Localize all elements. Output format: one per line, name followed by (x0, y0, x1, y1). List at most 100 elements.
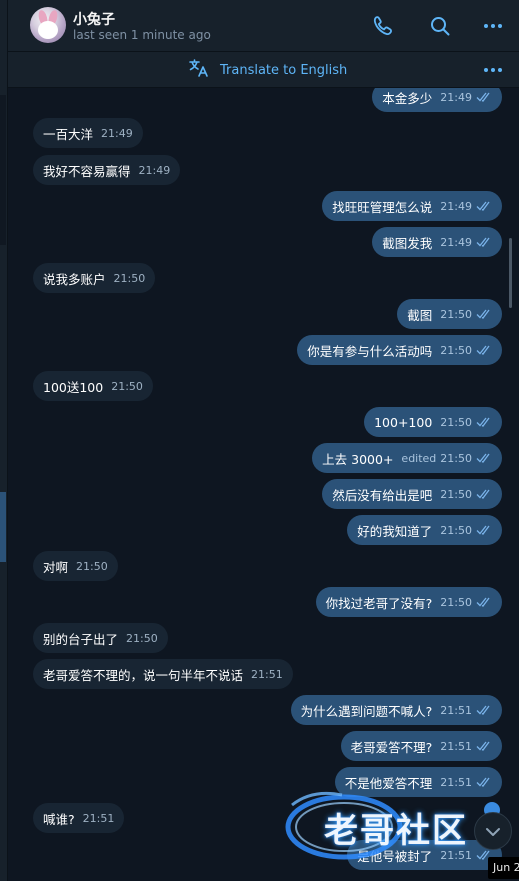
read-checkmarks-icon (476, 237, 490, 247)
message-text: 好的我知道了 (357, 523, 433, 539)
chat-list-edge (0, 0, 8, 881)
message-time: 21:49 (440, 90, 472, 104)
scrollbar[interactable] (509, 238, 512, 308)
message-text: 不是他爱答不理 (344, 775, 433, 791)
message-outgoing[interactable]: 你是有参与什么活动吗 21:50 (297, 335, 502, 365)
message-text: 对啊 (43, 559, 69, 575)
message-text: 截图发我 (382, 235, 433, 251)
message-text: 100+100 (374, 414, 433, 430)
message-outgoing[interactable]: 截图 21:50 (397, 299, 502, 329)
more-icon[interactable] (481, 14, 505, 38)
message-time: 21:50 (440, 343, 472, 357)
message-list[interactable]: 本金多少 21:49 一百大洋 21:49 我好不容易赢得 21:49 找旺旺管… (8, 88, 512, 881)
message-time: 21:49 (440, 235, 472, 249)
read-checkmarks-icon (476, 345, 490, 355)
scroll-to-bottom-button[interactable] (474, 812, 512, 850)
message-outgoing[interactable]: 找旺旺管理怎么说 21:49 (322, 191, 502, 221)
search-icon[interactable] (428, 14, 452, 38)
message-incoming[interactable]: 100送100 21:50 (33, 371, 153, 401)
message-time: 21:51 (440, 775, 472, 789)
message-time: 21:50 (111, 379, 143, 393)
message-incoming[interactable]: 老哥爱答不理的，说一句半年不说话 21:51 (33, 659, 293, 689)
message-time: 21:51 (440, 739, 472, 753)
message-incoming[interactable]: 对啊 21:50 (33, 551, 118, 581)
translate-icon (188, 58, 210, 82)
read-checkmarks-icon (476, 489, 490, 499)
list-segment (0, 95, 6, 245)
translate-bar: Translate to English (8, 52, 519, 88)
message-outgoing[interactable]: 不是他爱答不理 21:51 (334, 767, 502, 797)
message-text: 你找过老哥了没有? (325, 595, 433, 611)
message-time: 21:49 (440, 199, 472, 213)
message-outgoing[interactable]: 截图发我 21:49 (372, 227, 502, 257)
read-checkmarks-icon (476, 525, 490, 535)
message-time: 21:51 (82, 811, 115, 825)
message-text: 上去 3000+ (322, 451, 394, 467)
message-time: 21:50 (440, 415, 472, 429)
phone-icon[interactable] (371, 14, 395, 38)
avatar-face (38, 21, 58, 39)
read-checkmarks-icon (476, 741, 490, 751)
read-checkmarks-icon (476, 597, 490, 607)
message-outgoing[interactable]: 好的我知道了 21:50 (347, 515, 502, 545)
translate-button[interactable]: Translate to English (188, 59, 347, 81)
read-checkmarks-icon (476, 705, 490, 715)
chat-header: 小兔子 last seen 1 minute ago (8, 0, 519, 52)
message-text: 截图 (407, 307, 433, 323)
message-outgoing[interactable]: 上去 3000+ edited 21:50 (312, 443, 502, 473)
date-tooltip: Jun 2 (488, 857, 519, 879)
message-incoming[interactable]: 喊谁? 21:51 (33, 803, 125, 833)
message-time: 21:49 (101, 126, 133, 140)
message-text: 老哥爱答不理? (350, 739, 433, 755)
edited-label: edited (401, 451, 437, 465)
message-time: 21:50 (113, 271, 146, 285)
message-text: 100送100 (43, 379, 104, 395)
message-outgoing[interactable]: 本金多少 21:49 (372, 88, 502, 112)
message-incoming[interactable]: 一百大洋 21:49 (33, 118, 143, 148)
message-outgoing[interactable]: 然后没有给出是吧 21:50 (322, 479, 502, 509)
message-time: 21:51 (440, 703, 472, 717)
message-outgoing[interactable]: 老哥爱答不理? 21:51 (340, 731, 502, 761)
message-time: 21:50 (440, 487, 472, 501)
message-text: 找旺旺管理怎么说 (332, 199, 433, 215)
message-time: 21:51 (251, 667, 283, 681)
chevron-down-icon (485, 822, 501, 841)
last-seen-status: last seen 1 minute ago (73, 28, 211, 42)
message-incoming[interactable]: 别的台子出了 21:50 (33, 623, 168, 653)
message-time: 21:49 (138, 163, 171, 177)
message-text: 别的台子出了 (43, 631, 119, 647)
contact-name[interactable]: 小兔子 (73, 9, 115, 29)
message-text: 然后没有给出是吧 (332, 487, 433, 503)
read-checkmarks-icon (476, 777, 490, 787)
message-text: 我好不容易赢得 (43, 163, 131, 179)
read-checkmarks-icon (476, 201, 490, 211)
message-time: 21:50 (126, 631, 158, 645)
message-outgoing[interactable]: 为什么遇到问题不喊人? 21:51 (290, 695, 502, 725)
translate-more-icon[interactable] (481, 58, 505, 82)
message-text: 是他号被封了 (357, 848, 433, 864)
message-time: 21:50 (440, 523, 472, 537)
message-incoming[interactable]: 我好不容易赢得 21:49 (33, 155, 181, 185)
message-time: 21:50 (440, 595, 472, 609)
message-time: 21:50 (76, 559, 108, 573)
message-time: 21:50 (440, 451, 472, 465)
message-time: 21:50 (440, 307, 472, 321)
read-checkmarks-icon (476, 453, 490, 463)
read-checkmarks-icon (476, 309, 490, 319)
translate-label: Translate to English (220, 62, 348, 78)
read-checkmarks-icon (476, 417, 490, 427)
message-text: 说我多账户 (43, 271, 106, 287)
selected-chat-indicator (0, 492, 6, 562)
message-time: 21:51 (440, 848, 472, 862)
message-outgoing[interactable]: 100+100 21:50 (364, 407, 502, 437)
message-text: 老哥爱答不理的，说一句半年不说话 (43, 667, 244, 683)
message-text: 喊谁? (43, 811, 75, 827)
message-text: 为什么遇到问题不喊人? (300, 703, 433, 719)
message-text: 你是有参与什么活动吗 (307, 343, 433, 359)
message-text: 一百大洋 (43, 126, 94, 142)
message-text: 本金多少 (382, 90, 433, 106)
read-checkmarks-icon (476, 92, 490, 102)
message-incoming[interactable]: 说我多账户 21:50 (33, 263, 156, 293)
avatar[interactable] (30, 7, 66, 43)
message-outgoing[interactable]: 你找过老哥了没有? 21:50 (315, 587, 502, 617)
